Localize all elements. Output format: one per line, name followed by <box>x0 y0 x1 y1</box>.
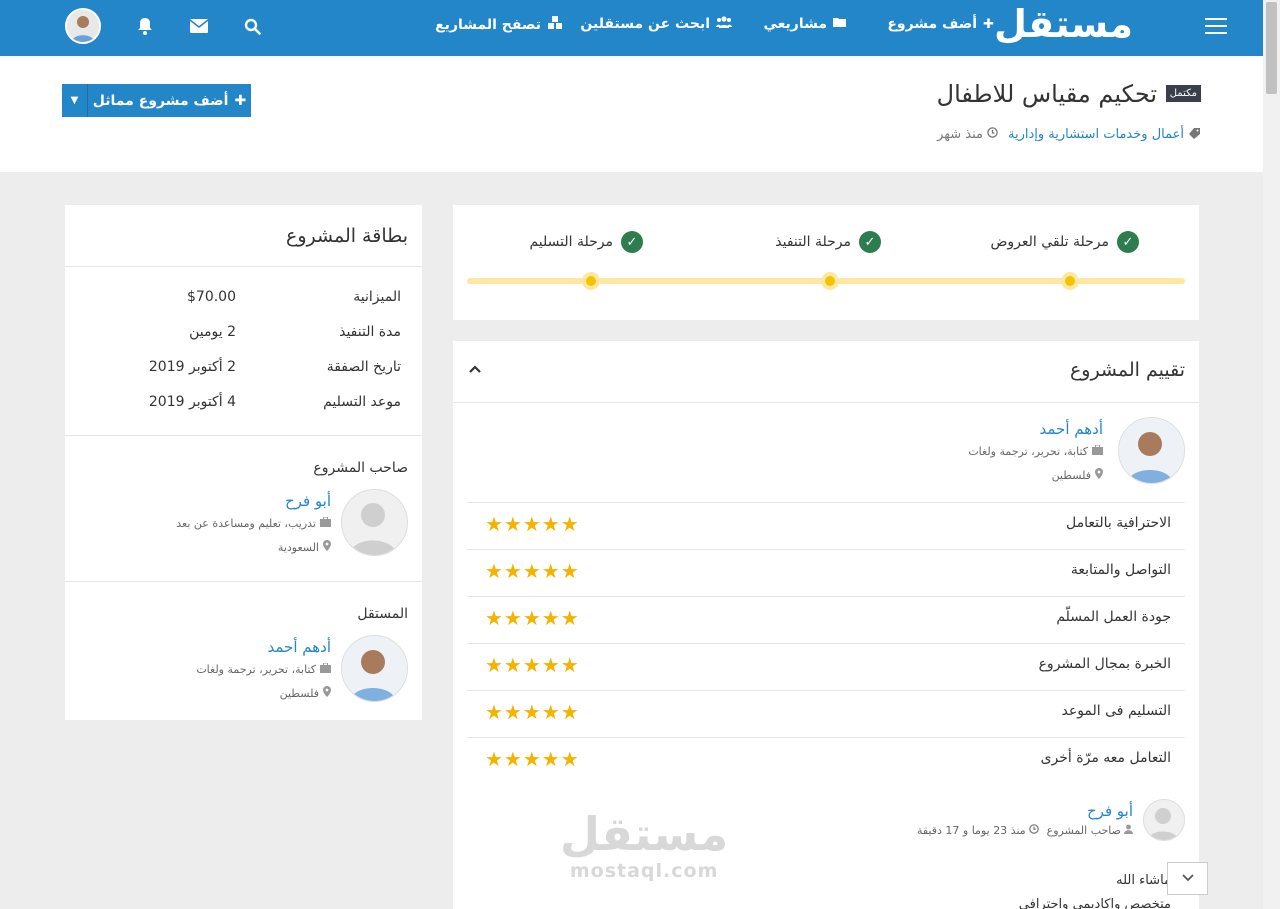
stage-execution: ✓ مرحلة التنفيذ <box>775 231 881 253</box>
stage-receiving-offers: ✓ مرحلة تلقي العروض <box>990 231 1139 253</box>
caret-down-icon[interactable]: ▼ <box>62 84 88 117</box>
deal-date-value: 2 أكتوبر 2019 <box>148 359 236 375</box>
status-badge: مكتمل <box>1165 85 1201 102</box>
map-marker-icon <box>323 540 331 554</box>
map-marker-icon <box>1095 468 1103 482</box>
owner-name-link[interactable]: أبو فرح <box>285 492 331 510</box>
scroll-to-top-button[interactable] <box>1167 862 1208 895</box>
project-header: مكتمل تحكيم مقياس للاطفال أعمال وخدمات ا… <box>0 56 1263 172</box>
project-meta: أعمال وخدمات استشارية وإدارية منذ شهر <box>937 127 1201 142</box>
check-circle-icon: ✓ <box>1117 231 1139 253</box>
duration-label: مدة التنفيذ <box>339 324 401 340</box>
avatar[interactable] <box>1118 417 1185 484</box>
tags-icon <box>1188 127 1201 142</box>
star-rating: ★★★★★ <box>485 606 580 630</box>
star-rating: ★★★★★ <box>485 700 580 724</box>
budget-label: الميزانية <box>353 289 401 305</box>
stage-delivery: ✓ مرحلة التسليم <box>529 231 643 253</box>
map-marker-icon <box>323 686 331 700</box>
chevron-down-icon <box>1181 871 1194 886</box>
freelancer-name-link[interactable]: أدهم أحمد <box>1040 420 1104 438</box>
briefcase-icon <box>1092 444 1103 458</box>
scrollbar-thumb[interactable] <box>1266 2 1277 94</box>
bell-icon[interactable] <box>133 14 157 38</box>
stages-progress-track <box>467 272 1185 290</box>
freelancer-name-link[interactable]: أدهم أحمد <box>268 638 332 656</box>
star-rating: ★★★★★ <box>485 512 580 536</box>
comment-text: ماشاء الله متخصص واكاديمي واحترافي <box>1018 873 1171 909</box>
star-rating: ★★★★★ <box>485 653 580 677</box>
clock-icon <box>1028 824 1039 837</box>
stage-dot <box>582 272 600 290</box>
search-icon[interactable] <box>240 14 264 38</box>
posted-time: منذ شهر <box>937 127 998 142</box>
rating-criterion: التواصل والمتابعة ★★★★★ <box>467 549 1185 596</box>
top-navbar: مستقل ✚ أضف مشروع مشاريعي ابحث عن مستقلي… <box>0 0 1263 56</box>
page-scrollbar[interactable] <box>1263 0 1280 909</box>
divider <box>65 435 422 436</box>
delivery-date-label: موعد التسليم <box>323 394 401 410</box>
clock-icon <box>987 127 998 142</box>
nav-add-project[interactable]: ✚ أضف مشروع <box>887 16 994 32</box>
menu-icon[interactable] <box>1205 18 1227 34</box>
stage-dot <box>821 272 839 290</box>
cubes-icon <box>547 16 563 34</box>
project-freelancer: أدهم أحمد كتابة، تحرير، ترجمة ولغات فلسط… <box>78 635 408 705</box>
nav-browse-projects[interactable]: تصفح المشاريع <box>435 16 563 34</box>
add-similar-project-button[interactable]: ✚ أضف مشروع مماثل ▼ <box>62 84 251 117</box>
divider <box>65 581 422 582</box>
briefcase-icon <box>320 662 331 676</box>
divider <box>65 266 422 267</box>
rated-freelancer: أدهم أحمد كتابة، تحرير، ترجمة ولغات فلسط… <box>469 417 1185 487</box>
project-card-title: بطاقة المشروع <box>286 225 408 247</box>
plus-icon: ✚ <box>234 92 247 109</box>
rating-criterion: التسليم فى الموعد ★★★★★ <box>467 690 1185 737</box>
budget-value: $70.00 <box>187 289 236 305</box>
category-link[interactable]: أعمال وخدمات استشارية وإدارية <box>1008 127 1201 142</box>
commenter-name-link[interactable]: أبو فرح <box>1087 802 1133 820</box>
duration-value: 2 يومين <box>189 324 236 340</box>
star-rating: ★★★★★ <box>485 747 580 771</box>
project-stages: ✓ مرحلة تلقي العروض ✓ مرحلة التنفيذ ✓ مر… <box>453 205 1199 320</box>
avatar[interactable] <box>341 635 408 702</box>
rating-criterion: الاحترافية بالتعامل ★★★★★ <box>467 502 1185 549</box>
deal-date-label: تاريخ الصفقة <box>326 359 401 375</box>
stage-dot <box>1061 272 1079 290</box>
user-icon <box>1124 824 1133 837</box>
check-circle-icon: ✓ <box>621 231 643 253</box>
check-circle-icon: ✓ <box>859 231 881 253</box>
briefcase-icon <box>320 516 331 530</box>
rating-criterion: التعامل معه مرّة أخرى ★★★★★ <box>467 737 1185 784</box>
rating-title: تقييم المشروع <box>1069 359 1185 381</box>
plus-icon: ✚ <box>983 16 994 32</box>
rating-criterion: الخبرة بمجال المشروع ★★★★★ <box>467 643 1185 690</box>
page-title: تحكيم مقياس للاطفال <box>936 80 1157 108</box>
folder-icon <box>833 16 847 32</box>
avatar[interactable] <box>341 489 408 556</box>
project-owner: أبو فرح تدريب، تعليم ومساعدة عن بعد السع… <box>78 489 408 559</box>
commenter-avatar[interactable] <box>1143 799 1185 841</box>
project-card: بطاقة المشروع الميزانية $70.00 مدة التنف… <box>65 205 422 720</box>
freelancer-section-title: المستقل <box>357 606 408 622</box>
logo[interactable]: مستقل <box>994 2 1134 46</box>
watermark-logo: مستقل mostaql.com <box>560 807 729 882</box>
comment-meta: صاحب المشروع منذ 23 يوما و 17 دقيقة <box>917 824 1133 837</box>
nav-find-freelancers[interactable]: ابحث عن مستقلين <box>580 16 732 32</box>
owner-section-title: صاحب المشروع <box>313 460 408 476</box>
users-icon <box>716 16 732 32</box>
user-avatar[interactable] <box>65 8 101 44</box>
star-rating: ★★★★★ <box>485 559 580 583</box>
delivery-date-value: 4 أكتوبر 2019 <box>148 394 236 410</box>
envelope-icon[interactable] <box>187 14 211 38</box>
nav-my-projects[interactable]: مشاريعي <box>763 16 847 32</box>
rating-criterion: جودة العمل المسلّم ★★★★★ <box>467 596 1185 643</box>
chevron-up-icon[interactable] <box>469 361 481 377</box>
